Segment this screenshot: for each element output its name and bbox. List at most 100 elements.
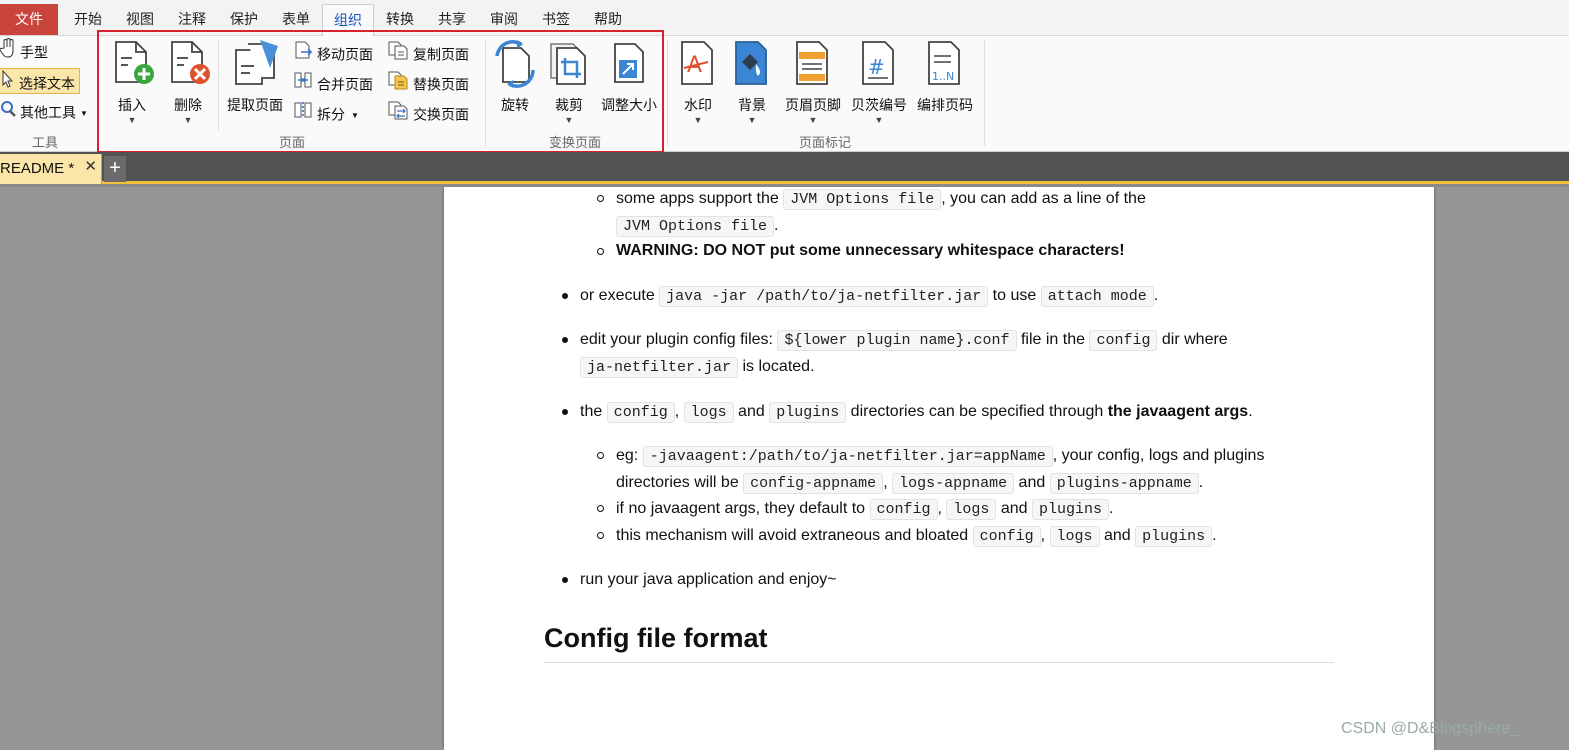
list-item-continued: directories will be config-appname, logs… <box>616 473 1204 494</box>
split-icon <box>293 100 313 128</box>
list-item: some apps support the JVM Options file, … <box>616 189 1146 210</box>
svg-text:1..N: 1..N <box>932 70 954 83</box>
pages-group-label: 页面 <box>278 135 305 150</box>
merge-pages-button[interactable]: 合并页面 <box>293 70 373 96</box>
tools-group-label: 工具 <box>31 135 58 150</box>
menu-tab-comment[interactable]: 注释 <box>170 4 214 35</box>
menu-tab-protect[interactable]: 保护 <box>222 4 266 35</box>
crop-icon <box>543 38 595 93</box>
menu-file[interactable]: 文件 <box>0 4 58 35</box>
list-item: eg: -javaagent:/path/to/ja-netfilter.jar… <box>616 446 1265 467</box>
list-item-continued: ja-netfilter.jar is located. <box>580 357 815 378</box>
bates-numbering-button[interactable]: # 贝茨编号 ▼ <box>846 38 912 125</box>
swap-pages-button[interactable]: 交换页面 <box>387 100 469 126</box>
menu-tab-organize[interactable]: 组织 <box>322 4 374 37</box>
menu-tab-form[interactable]: 表单 <box>274 4 318 35</box>
swap-pages-icon <box>387 100 409 128</box>
chevron-down-icon: ▼ <box>808 115 818 125</box>
list-bullet <box>562 577 568 583</box>
ribbon: 手型 选择文本 其他工具 ▼ 工具 插入 ▼ 删除 ▼ 提取页面 移动页面 合并页… <box>0 36 1569 152</box>
list-item-continued: JVM Options file. <box>616 216 778 237</box>
close-icon[interactable]: ✕ <box>84 152 97 182</box>
list-item: edit your plugin config files: ${lower p… <box>580 330 1228 351</box>
marks-group-label: 页面标记 <box>798 135 851 150</box>
menu-tab-bookmark[interactable]: 书签 <box>534 4 578 35</box>
watermark-text: CSDN @D&Blogsphere_ <box>1341 720 1520 737</box>
document-tab-title: README * <box>0 160 75 177</box>
menu-tab-share[interactable]: 共享 <box>430 4 474 35</box>
list-bullet <box>597 532 604 539</box>
chevron-down-icon: ▼ <box>747 115 757 125</box>
delete-page-icon <box>160 38 216 93</box>
list-bullet <box>597 505 604 512</box>
svg-text:#: # <box>868 55 885 79</box>
chevron-down-icon: ▼ <box>874 115 884 125</box>
page-number-icon: 1..N <box>912 38 978 93</box>
menu-tab-start[interactable]: 开始 <box>66 4 110 35</box>
page-number-button[interactable]: 1..N 编排页码 <box>912 38 978 124</box>
crop-button[interactable]: 裁剪 ▼ <box>543 38 595 125</box>
header-footer-icon <box>780 38 846 93</box>
resize-icon <box>597 38 661 93</box>
text-cursor-icon <box>0 69 15 97</box>
move-pages-button[interactable]: 移动页面 <box>293 40 373 66</box>
background-button[interactable]: 背景 ▼ <box>728 38 776 125</box>
chevron-down-icon: ▼ <box>351 111 359 120</box>
list-item: run your java application and enjoy~ <box>580 571 837 588</box>
hand-icon <box>0 38 16 66</box>
document-tab-strip: README * ✕ + <box>0 152 1569 184</box>
list-bullet <box>597 195 604 202</box>
chevron-down-icon: ▼ <box>564 115 574 125</box>
document-workspace: some apps support the JVM Options file, … <box>0 187 1569 750</box>
list-item: or execute java -jar /path/to/ja-netfilt… <box>580 286 1159 307</box>
move-page-icon <box>293 40 313 68</box>
watermark-icon: A <box>674 38 722 93</box>
menu-tab-help[interactable]: 帮助 <box>586 4 630 35</box>
merge-pages-icon <box>293 70 313 98</box>
list-bullet <box>562 337 568 343</box>
list-bullet <box>562 293 568 299</box>
resize-button[interactable]: 调整大小 <box>597 38 661 124</box>
delete-page-button[interactable]: 删除 ▼ <box>160 38 216 125</box>
header-footer-button[interactable]: 页眉页脚 ▼ <box>780 38 846 125</box>
insert-page-button[interactable]: 插入 ▼ <box>104 38 160 125</box>
hand-tool-button[interactable]: 手型 <box>0 38 48 64</box>
copy-page-icon <box>387 40 409 68</box>
watermark-button[interactable]: A 水印 ▼ <box>674 38 722 125</box>
new-tab-button[interactable]: + <box>104 156 126 182</box>
chevron-down-icon: ▼ <box>693 115 703 125</box>
list-bullet <box>597 248 604 255</box>
list-item-warning: WARNING: DO NOT put some unnecessary whi… <box>616 242 1125 259</box>
tools-icon <box>0 99 16 125</box>
document-tab[interactable]: README * ✕ <box>0 154 102 184</box>
copy-pages-button[interactable]: 复制页面 <box>387 40 469 66</box>
background-icon <box>728 38 776 93</box>
heading-divider <box>544 662 1334 663</box>
rotate-icon <box>490 38 540 93</box>
chevron-down-icon: ▼ <box>80 109 88 118</box>
rotate-button[interactable]: 旋转 <box>490 38 540 124</box>
split-button[interactable]: 拆分 ▼ <box>293 100 359 126</box>
list-item: the config, logs and plugins directories… <box>580 402 1253 423</box>
menu-tab-view[interactable]: 视图 <box>118 4 162 35</box>
document-page: some apps support the JVM Options file, … <box>444 187 1434 750</box>
list-item: this mechanism will avoid extraneous and… <box>616 526 1217 547</box>
bates-number-icon: # <box>846 38 912 93</box>
select-text-button[interactable]: 选择文本 <box>0 68 80 94</box>
chevron-down-icon: ▼ <box>127 115 137 125</box>
replace-pages-button[interactable]: 替换页面 <box>387 70 469 96</box>
menu-tab-convert[interactable]: 转换 <box>378 4 422 35</box>
replace-page-icon <box>387 70 409 98</box>
list-bullet <box>597 452 604 459</box>
menu-tab-review[interactable]: 审阅 <box>482 4 526 35</box>
chevron-down-icon: ▼ <box>183 115 193 125</box>
insert-page-icon <box>104 38 160 93</box>
list-item: if no javaagent args, they default to co… <box>616 499 1114 520</box>
menu-bar: 文件 开始 视图 注释 保护 表单 组织 转换 共享 审阅 书签 帮助 <box>0 0 1569 37</box>
extract-pages-icon <box>222 38 288 93</box>
section-heading: Config file format <box>544 623 768 653</box>
extract-pages-button[interactable]: 提取页面 <box>222 38 288 124</box>
list-bullet <box>562 409 568 415</box>
other-tools-button[interactable]: 其他工具 ▼ <box>0 98 88 124</box>
transform-group-label: 变换页面 <box>548 135 601 150</box>
